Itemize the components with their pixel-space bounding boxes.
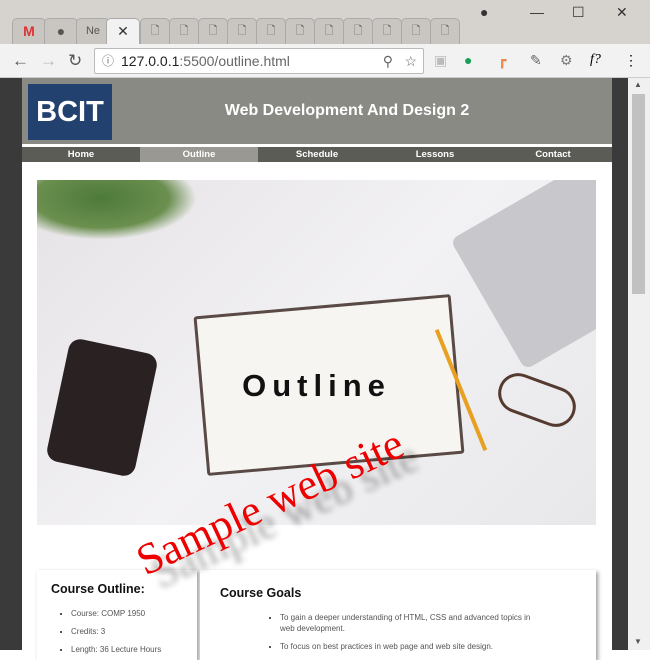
pdf-extension-icon[interactable]: ▣ [434, 52, 447, 69]
tab-blank[interactable]: 🗋 [343, 18, 373, 44]
course-goals-card: Course Goals To gain a deeper understand… [200, 570, 596, 660]
tab-gmail[interactable]: M [12, 18, 46, 44]
tab-blank[interactable]: 🗋 [314, 18, 344, 44]
list-item: To focus on best practices in web page a… [280, 641, 536, 652]
extension-icon[interactable]: ┏ [498, 52, 506, 69]
github-icon: ● [56, 23, 66, 39]
list-item: Course: COMP 1950 [71, 608, 183, 619]
tab-active[interactable]: ✕ [106, 18, 140, 44]
laptop-decoration [450, 180, 596, 370]
back-icon[interactable]: ← [12, 51, 29, 71]
plant-decoration [37, 180, 197, 240]
tab-blank[interactable]: 🗋 [401, 18, 431, 44]
profile-icon[interactable]: ● [480, 4, 488, 20]
url-path: :5500/outline.html [179, 53, 290, 69]
zoom-icon[interactable]: ⚲ [383, 49, 393, 73]
address-bar[interactable]: ⓘ 127.0.0.1:5500/outline.html ⚲ ☆ [94, 48, 424, 74]
page: BCIT Web Development And Design 2 Home O… [22, 78, 612, 660]
toolbar: ← → ↻ ⓘ 127.0.0.1:5500/outline.html ⚲ ☆ … [0, 44, 650, 78]
nav-schedule[interactable]: Schedule [258, 147, 376, 162]
grammarly-icon[interactable]: ● [464, 52, 472, 68]
phone-decoration [44, 337, 160, 478]
scrollbar-thumb[interactable] [632, 94, 645, 294]
nav-lessons[interactable]: Lessons [376, 147, 494, 162]
course-goals-list: To gain a deeper understanding of HTML, … [260, 612, 536, 652]
list-item: Credits: 3 [71, 626, 183, 637]
close-icon[interactable]: ✕ [117, 23, 129, 39]
tab-ne[interactable]: Ne [76, 18, 110, 44]
font-extension-icon[interactable]: f? [590, 52, 601, 68]
minimize-button[interactable]: — [530, 4, 544, 20]
main-nav: Home Outline Schedule Lessons Contact [22, 147, 612, 162]
tab-blank[interactable]: 🗋 [372, 18, 402, 44]
tab-blank[interactable]: 🗋 [198, 18, 228, 44]
tab-blank[interactable]: 🗋 [169, 18, 199, 44]
scroll-up-icon[interactable]: ▲ [634, 80, 642, 89]
course-outline-list: Course: COMP 1950Credits: 3Length: 36 Le… [51, 608, 183, 655]
nav-home[interactable]: Home [22, 147, 140, 162]
tab-blank[interactable]: 🗋 [430, 18, 460, 44]
site-title: Web Development And Design 2 [224, 102, 470, 119]
close-window-button[interactable]: ✕ [616, 4, 628, 21]
site-header: BCIT Web Development And Design 2 [22, 78, 612, 147]
menu-icon[interactable]: ⋮ [624, 52, 638, 69]
tab-blank[interactable]: 🗋 [285, 18, 315, 44]
tab-github[interactable]: ● [44, 18, 78, 44]
maximize-button[interactable]: ☐ [572, 4, 585, 21]
scroll-down-icon[interactable]: ▼ [634, 637, 642, 646]
star-icon[interactable]: ☆ [404, 49, 417, 73]
viewport: BCIT Web Development And Design 2 Home O… [0, 78, 628, 660]
list-item: To gain a deeper understanding of HTML, … [280, 612, 536, 634]
gear-icon[interactable]: ⚙ [560, 52, 573, 69]
course-outline-card: Course Outline: Course: COMP 1950 Credits… [37, 570, 197, 660]
forward-icon[interactable]: → [40, 51, 57, 71]
reload-icon[interactable]: ↻ [68, 51, 82, 71]
nav-contact[interactable]: Contact [494, 147, 612, 162]
url-host: 127.0.0.1 [121, 53, 180, 69]
tab-blank[interactable]: 🗋 [256, 18, 286, 44]
course-goals-heading: Course Goals [220, 586, 302, 600]
hero-title: Outline [242, 368, 391, 403]
tab-bar: M ● Ne ✕ 🗋 🗋 🗋 🗋 🗋 🗋 🗋 🗋 🗋 🗋 🗋 ● — ☐ ✕ [0, 0, 650, 44]
eyedropper-icon[interactable]: ✎ [530, 52, 542, 69]
tab-blank[interactable]: 🗋 [227, 18, 257, 44]
course-outline-heading: Course Outline: [51, 582, 145, 596]
info-icon: ⓘ [102, 54, 115, 68]
nav-outline[interactable]: Outline [140, 147, 258, 162]
scrollbar[interactable]: ▲ ▼ [628, 78, 650, 650]
tab-blank[interactable]: 🗋 [140, 18, 170, 44]
